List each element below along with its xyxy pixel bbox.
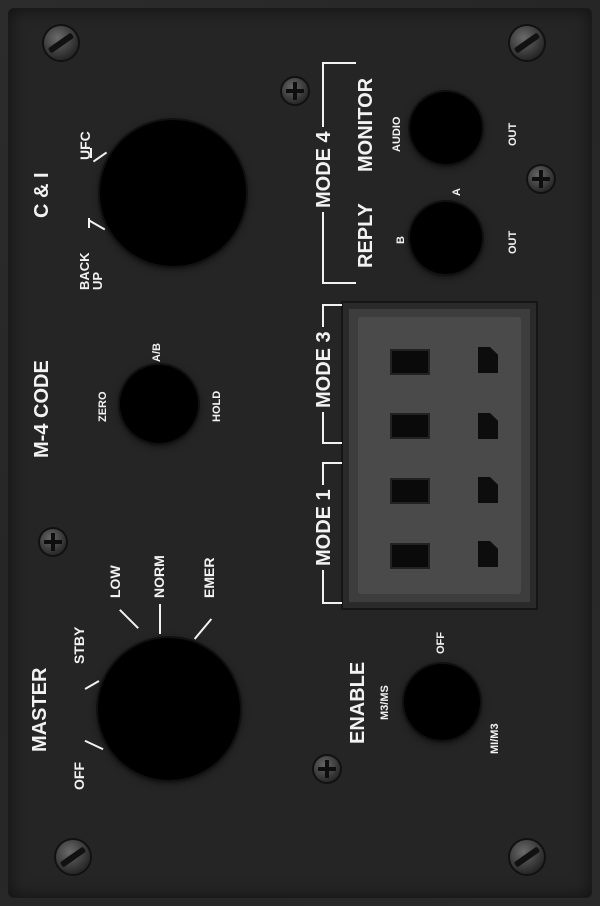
mode4-reply-knob[interactable] <box>410 202 482 274</box>
corner-screw-bottom-left <box>56 840 90 874</box>
mode4-bracket-bottom-cap <box>322 282 356 284</box>
mode4-out-top-label: OUT <box>507 122 519 146</box>
iff-control-panel: C & I UFC BACK UP M-4 CODE A/B ZERO HOLD… <box>0 0 600 906</box>
m4code-hold-label: HOLD <box>211 390 223 422</box>
m4code-title: M-4 CODE <box>31 360 53 458</box>
master-norm-label: NORM <box>151 555 167 598</box>
ci-knob[interactable] <box>100 120 246 266</box>
mode4-out-bottom-label: OUT <box>507 230 519 254</box>
enable-mim3-label: MI/M3 <box>489 723 501 754</box>
ci-ufc-tick-v <box>90 148 92 158</box>
mode4-title: MODE 4 <box>313 127 335 212</box>
ci-title: C & I <box>31 172 53 218</box>
mode3-rocker-upper[interactable] <box>390 349 430 375</box>
master-emer-label: EMER <box>201 557 217 598</box>
mode4-reply-label: REPLY <box>355 203 377 268</box>
master-off-label: OFF <box>71 762 87 790</box>
mode4-b-label: B <box>395 236 407 244</box>
mode1-tab-lower[interactable] <box>478 541 498 567</box>
mode-switch-well <box>358 317 521 594</box>
mode3-bracket-bottom-cap <box>322 442 342 444</box>
phillips-screw-lower <box>314 756 340 782</box>
mode4-bracket-top-cap <box>322 62 356 64</box>
master-norm-tick <box>159 604 161 634</box>
enable-knob[interactable] <box>404 664 480 740</box>
mode1-title: MODE 1 <box>313 485 335 570</box>
mode1-bracket-bottom-cap <box>322 602 342 604</box>
master-low-label: LOW <box>107 565 123 598</box>
enable-off-label: OFF <box>435 632 447 654</box>
mode4-monitor-label: MONITOR <box>355 77 377 172</box>
mode1-rocker-upper[interactable] <box>390 478 430 504</box>
ci-backup-tick-v <box>88 218 90 228</box>
phillips-screw-upper <box>282 78 308 104</box>
m4code-zero-label: ZERO <box>97 391 109 422</box>
mode-switch-housing <box>343 303 536 608</box>
mode3-tab-lower[interactable] <box>478 413 498 439</box>
master-title: MASTER <box>29 667 51 752</box>
master-stby-label: STBY <box>71 626 87 664</box>
mode4-audio-label: AUDIO <box>391 116 403 152</box>
mode4-monitor-knob[interactable] <box>410 92 482 164</box>
ci-backup-label: BACK UP <box>77 252 105 290</box>
mode3-title: MODE 3 <box>313 327 335 412</box>
enable-title: ENABLE <box>347 661 369 744</box>
mode3-tab-upper[interactable] <box>478 347 498 373</box>
mode4-a-label: A <box>451 188 463 196</box>
mode3-rocker-lower[interactable] <box>390 413 430 439</box>
phillips-screw-right <box>528 166 554 192</box>
phillips-screw-left <box>40 529 66 555</box>
mode1-tab-upper[interactable] <box>478 477 498 503</box>
master-knob[interactable] <box>98 638 240 780</box>
mode1-bracket-top-cap <box>322 462 342 464</box>
m4code-ab-label: A/B <box>151 343 163 362</box>
mode1-rocker-lower[interactable] <box>390 543 430 569</box>
corner-screw-bottom-right <box>510 840 544 874</box>
corner-screw-top-left <box>44 26 78 60</box>
corner-screw-top-right <box>510 26 544 60</box>
mode3-bracket-top-cap <box>322 304 342 306</box>
enable-m3ms-label: M3/MS <box>379 685 391 720</box>
m4code-knob[interactable] <box>120 365 198 443</box>
